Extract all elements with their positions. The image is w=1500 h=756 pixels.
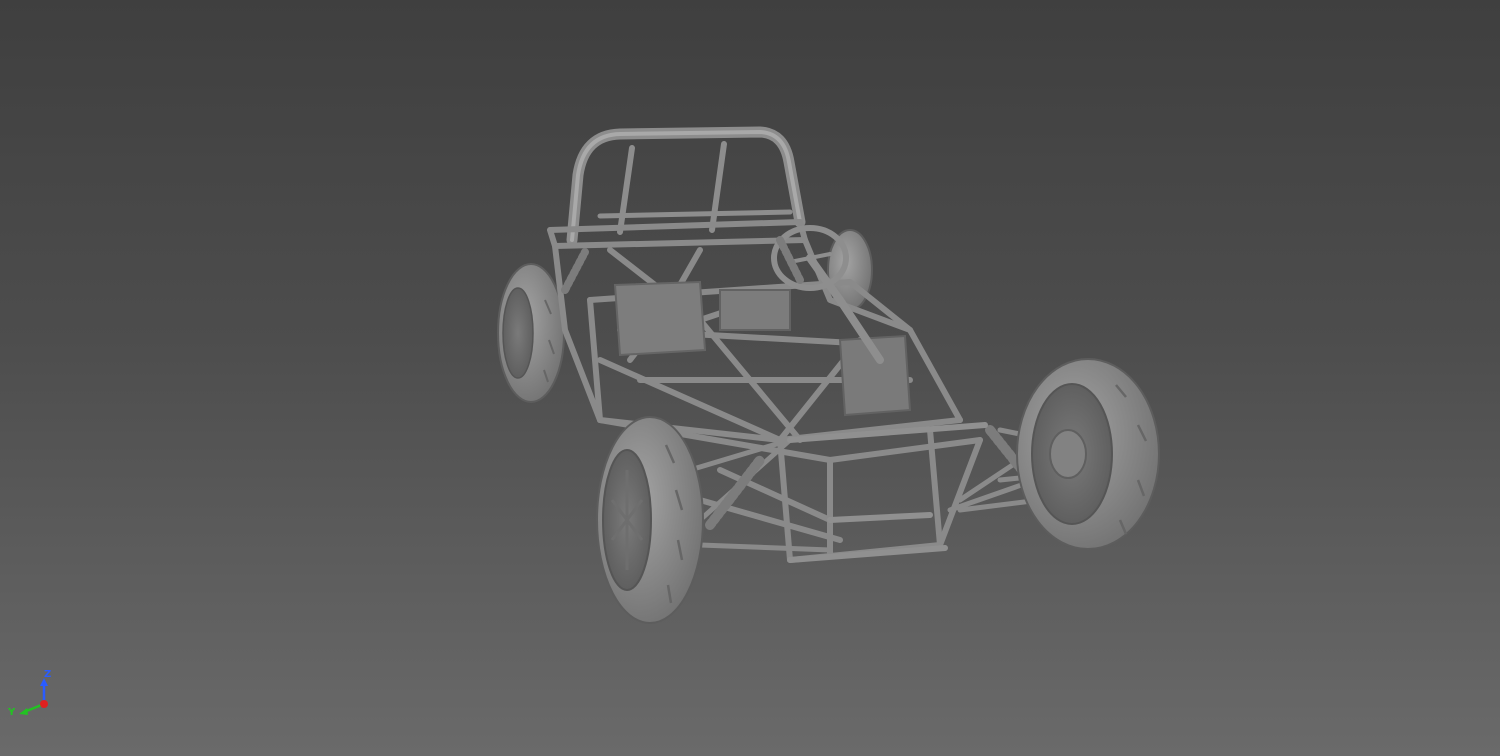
axis-y-label: Y: [8, 707, 16, 718]
3d-viewport[interactable]: Z Y: [0, 0, 1500, 756]
wheel-front-left: [596, 416, 704, 624]
axis-z-label: Z: [44, 669, 52, 680]
wheel-rear-left: [497, 263, 565, 403]
view-triad[interactable]: Z Y: [6, 664, 56, 720]
car-chassis-model[interactable]: [0, 0, 1500, 756]
wheel-front-right: [1016, 358, 1160, 550]
